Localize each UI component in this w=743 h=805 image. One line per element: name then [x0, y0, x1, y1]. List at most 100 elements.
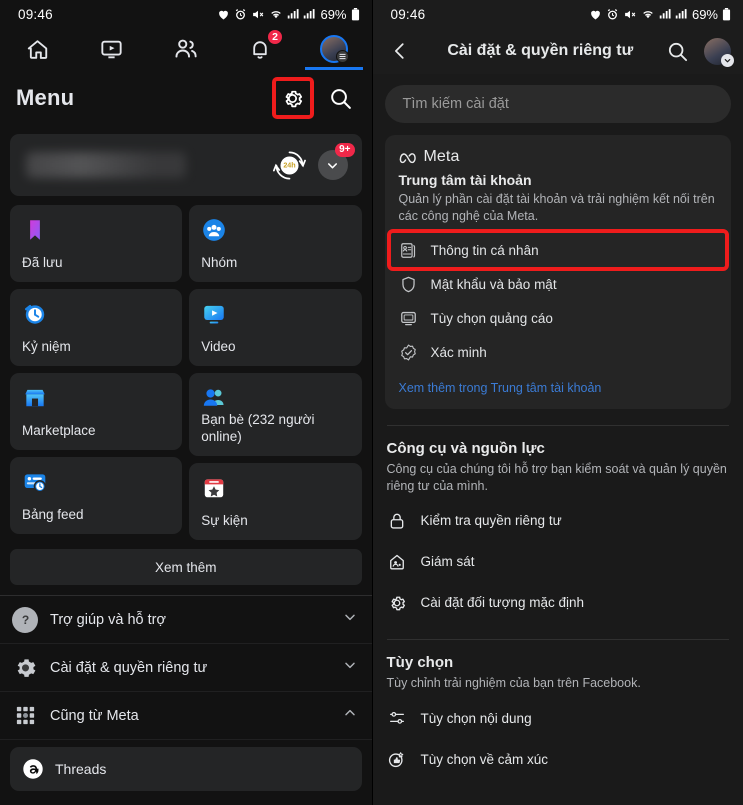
home-icon — [27, 39, 47, 59]
battery-percent: 69% — [320, 6, 347, 22]
section-description: Công cụ của chúng tôi hỗ trợ bạn kiểm so… — [386, 462, 727, 493]
search-button[interactable] — [324, 81, 358, 115]
video-player-icon — [204, 305, 224, 324]
menu-card-memories[interactable]: Kỷ niệm — [10, 289, 183, 366]
friends-pair-icon — [204, 389, 224, 406]
sidebar-item-notifications[interactable]: 2 — [231, 28, 289, 70]
list-item-threads[interactable]: Threads — [10, 747, 362, 791]
account-center-link[interactable]: Xem thêm trong Trung tâm tài khoản — [399, 381, 718, 395]
storefront-icon — [25, 389, 45, 407]
supervision-icon — [389, 554, 404, 569]
list-item-default-audience[interactable]: Cài đặt đối tượng mặc định — [373, 582, 743, 623]
account-center-card: Meta Trung tâm tài khoản Quản lý phần cà… — [384, 135, 731, 409]
search-settings-input[interactable]: Tìm kiếm cài đặt — [384, 85, 731, 123]
status-icons: 69% — [217, 7, 359, 22]
account-center-description: Quản lý phần cài đặt tài khoản và trải n… — [398, 192, 715, 223]
list-item-privacy-checkup[interactable]: Kiểm tra quyền riêng tư — [373, 500, 743, 541]
list-item-ad-preferences[interactable]: Tùy chọn quảng cáo — [399, 301, 718, 335]
menu-actions — [271, 77, 358, 119]
battery-percent: 69% — [691, 6, 718, 22]
list-item-label: Tùy chọn quảng cáo — [430, 310, 553, 326]
list-item-label: Tùy chọn về cảm xúc — [420, 751, 549, 767]
menu-card-video[interactable]: Video — [189, 289, 362, 366]
section-heading: Tùy chọn — [386, 654, 454, 671]
top-nav-tabs: 2 — [0, 28, 372, 70]
list-item-reaction-preferences[interactable]: Tùy chọn về cảm xúc — [373, 739, 743, 780]
menu-card-events[interactable]: Sự kiện — [189, 463, 362, 540]
back-arrow-icon — [394, 43, 404, 59]
sidebar-item-video[interactable] — [82, 28, 140, 70]
memories-clock-icon — [25, 305, 45, 324]
section-description: Tùy chỉnh trải nghiệm của bạn trên Faceb… — [386, 676, 641, 690]
status-bar-left: 09:46 69% — [0, 0, 372, 28]
alarm-icon — [607, 8, 618, 19]
menu-card-label: Kỷ niệm — [22, 339, 71, 354]
right-panel-settings: 09:46 69% Cài đặt & quyền riêng tư Tìm k… — [371, 0, 743, 805]
video-icon — [101, 40, 122, 58]
lock-icon — [390, 513, 403, 529]
heart-icon — [591, 10, 600, 19]
active-tab-indicator — [305, 67, 364, 70]
list-item-verification[interactable]: Xác minh — [399, 335, 718, 369]
sidebar-item-settings-privacy[interactable]: Cài đặt & quyền riêng tư — [0, 644, 372, 692]
sidebar-item-also-from-meta[interactable]: Cũng từ Meta — [0, 692, 372, 740]
story-24h-icon[interactable]: 24h — [272, 149, 306, 182]
sidebar-item-friends[interactable] — [157, 28, 215, 70]
list-item-label: Threads — [55, 761, 107, 777]
left-content: 24h 9+ Đã lưu Kỷ niệm Marketplace Bảng f… — [0, 134, 372, 585]
grid-column-right: Nhóm Video Bạn bè (232 người online) Sự … — [189, 205, 362, 540]
list-item-content-preferences[interactable]: Tùy chọn nội dung — [373, 698, 743, 739]
section-preferences-rows: Tùy chọn nội dung Tùy chọn về cảm xúc — [373, 698, 743, 780]
list-item-password-security[interactable]: Mật khẩu và bảo mật — [399, 267, 718, 301]
grid-column-left: Đã lưu Kỷ niệm Marketplace Bảng feed — [10, 205, 183, 540]
menu-card-friends[interactable]: Bạn bè (232 người online) — [189, 373, 362, 456]
heart-icon — [219, 10, 229, 19]
settings-button[interactable] — [271, 77, 314, 119]
menu-card-label: Đã lưu — [22, 255, 63, 270]
section-heading: Công cụ và nguồn lực — [386, 440, 545, 457]
battery-icon — [722, 7, 731, 20]
sidebar-item-menu[interactable] — [305, 28, 364, 70]
monitor-icon — [400, 311, 416, 325]
list-item-label: Giám sát — [420, 554, 475, 569]
chevron-up-icon — [342, 705, 358, 726]
menu-card-groups[interactable]: Nhóm — [189, 205, 362, 282]
sidebar-item-label: Cài đặt & quyền riêng tư — [50, 659, 208, 676]
avatar[interactable] — [704, 37, 734, 67]
see-more-button[interactable]: Xem thêm — [10, 549, 362, 585]
sidebar-item-help[interactable]: ? Trợ giúp và hỗ trợ — [0, 596, 372, 644]
calendar-star-icon — [205, 479, 224, 498]
list-item-label: Tùy chọn nội dung — [420, 710, 532, 726]
svg-text:?: ? — [21, 613, 28, 627]
wifi-icon — [643, 10, 653, 18]
search-placeholder: Tìm kiếm cài đặt — [402, 96, 509, 112]
signal-2-icon — [675, 9, 687, 19]
left-panel-menu: 09:46 69% 2 Menu 24h 9+ Đã lưu Kỷ niệm M… — [0, 0, 372, 805]
list-item-label: Thông tin cá nhân — [430, 242, 539, 258]
profile-card[interactable]: 24h 9+ — [10, 134, 362, 196]
menu-card-feeds[interactable]: Bảng feed — [10, 457, 183, 534]
list-item-personal-info[interactable]: Thông tin cá nhân — [386, 229, 729, 271]
expand-profile-button[interactable]: 9+ — [317, 143, 355, 180]
status-icons: 69% — [589, 7, 731, 22]
menu-header: Menu — [0, 70, 372, 126]
threads-icon — [23, 759, 43, 779]
menu-card-label: Bạn bè (232 người online) — [201, 412, 315, 444]
menu-card-saved[interactable]: Đã lưu — [10, 205, 183, 282]
section-preferences: Tùy chọn Tùy chỉnh trải nghiệm của bạn t… — [373, 640, 743, 692]
id-card-icon — [400, 242, 415, 258]
page-title: Cài đặt & quyền riêng tư — [447, 42, 634, 59]
profile-card-actions: 24h 9+ — [272, 143, 355, 182]
menu-card-marketplace[interactable]: Marketplace — [10, 373, 183, 450]
menu-card-label: Sự kiện — [201, 513, 248, 528]
status-time: 09:46 — [390, 6, 426, 22]
sliders-icon — [389, 711, 404, 724]
notifications-badge: 2 — [267, 29, 284, 45]
back-button[interactable] — [383, 34, 417, 68]
mute-icon — [625, 10, 636, 18]
friends-icon — [175, 39, 197, 58]
search-button[interactable] — [660, 34, 694, 68]
groups-icon — [203, 219, 226, 241]
list-item-supervision[interactable]: Giám sát — [373, 541, 743, 582]
sidebar-item-home[interactable] — [8, 28, 66, 70]
